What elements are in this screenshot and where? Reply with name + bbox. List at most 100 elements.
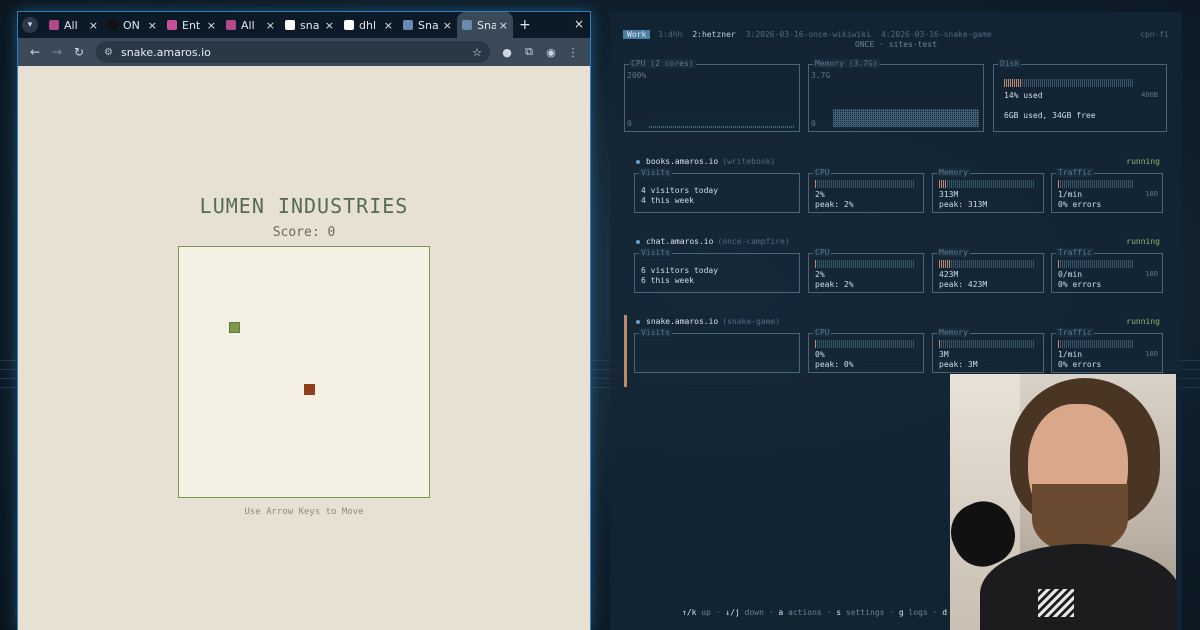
browser-tab-8[interactable]: Sna × bbox=[457, 12, 513, 38]
browser-tab-7[interactable]: Sna × bbox=[398, 12, 457, 38]
app-memory-bar bbox=[939, 260, 1035, 268]
new-tab-button[interactable]: + bbox=[519, 17, 531, 33]
app-traffic-panel: Traffic 100 1/min 0% errors bbox=[1051, 328, 1163, 373]
key-label: actions bbox=[788, 608, 822, 617]
cpu-axis-max: 200% bbox=[627, 71, 647, 80]
workspace-tag[interactable]: Work bbox=[623, 29, 651, 39]
app-cpu-bar-fill bbox=[815, 340, 817, 348]
app-traffic-label: Traffic bbox=[1056, 168, 1094, 177]
app-memory-panel: Memory 313M peak: 313M bbox=[932, 168, 1044, 213]
memory-axis-min: 0 bbox=[811, 119, 816, 128]
visits-panel: Visits 4 visitors today 4 this week bbox=[634, 168, 800, 213]
app-header: books.amaros.io (writebook) bbox=[636, 157, 775, 166]
app-cpu-bar-fill bbox=[815, 180, 817, 188]
app-traffic-panel: Traffic 100 0/min 0% errors bbox=[1051, 248, 1163, 293]
app-memory-value: 423M bbox=[939, 270, 959, 279]
visits-label: Visits bbox=[639, 168, 672, 177]
app-traffic-value: 1/min bbox=[1058, 190, 1083, 199]
app-name: chat.amaros.io bbox=[646, 237, 714, 246]
app-error-rate: 0% errors bbox=[1058, 360, 1102, 369]
tab-close-icon[interactable]: × bbox=[325, 19, 334, 32]
app-memory-value: 313M bbox=[939, 190, 959, 199]
app-status: running bbox=[1126, 157, 1160, 166]
app-traffic-bar bbox=[1058, 260, 1134, 268]
browser-tab-4[interactable]: All × bbox=[221, 12, 280, 38]
site-info-icon[interactable]: ⚙ bbox=[104, 47, 113, 58]
tab-search-button[interactable]: ▾ bbox=[22, 17, 38, 33]
app-traffic-panel: Traffic 100 1/min 0% errors bbox=[1051, 168, 1163, 213]
app-cpu-value: 0% bbox=[815, 350, 825, 359]
tab-close-icon[interactable]: × bbox=[89, 19, 98, 32]
key: ↓/j bbox=[725, 608, 740, 617]
visits-panel: Visits 6 visitors today 6 this week bbox=[634, 248, 800, 293]
tab-close-icon[interactable]: × bbox=[148, 19, 157, 32]
bookmark-star-icon[interactable]: ☆ bbox=[472, 46, 482, 59]
memory-panel: Memory (3.7G) 3.7G 0 bbox=[808, 59, 984, 132]
key-label: logs bbox=[908, 608, 928, 617]
tab-favicon-icon bbox=[285, 20, 295, 30]
browser-tab-1[interactable]: All × bbox=[44, 12, 103, 38]
app-traffic-max: 100 bbox=[1145, 350, 1158, 358]
snake-game-page: LUMEN INDUSTRIES Score: 0 Use Arrow Keys… bbox=[18, 66, 590, 630]
reload-icon[interactable]: ↻ bbox=[68, 45, 90, 59]
address-bar[interactable]: ⚙ snake.amaros.io ☆ bbox=[96, 41, 490, 63]
app-memory-value: 3M bbox=[939, 350, 949, 359]
key: a bbox=[778, 608, 784, 617]
app-traffic-label: Traffic bbox=[1056, 328, 1094, 337]
back-icon[interactable]: ← bbox=[24, 45, 46, 59]
dashboard-title: ONCE · sites-test bbox=[855, 40, 937, 49]
tab-close-icon[interactable]: × bbox=[207, 19, 216, 32]
app-memory-bar-fill bbox=[939, 260, 950, 268]
menu-icon[interactable]: ⋮ bbox=[562, 46, 584, 59]
window-tab-3[interactable]: 3:2026-03-16-once-wikiwiki bbox=[746, 30, 871, 39]
game-board[interactable] bbox=[178, 246, 430, 498]
app-cpu-bar bbox=[815, 180, 915, 188]
app-memory-bar-fill bbox=[939, 180, 947, 188]
forward-icon[interactable]: → bbox=[46, 45, 68, 59]
app-cpu-panel: CPU 2% peak: 2% bbox=[808, 248, 924, 293]
visits-label: Visits bbox=[639, 248, 672, 257]
disk-panel: Disk 14% used 400B 6GB used, 34GB free bbox=[993, 59, 1167, 132]
key: d bbox=[942, 608, 948, 617]
app-error-rate: 0% errors bbox=[1058, 200, 1102, 209]
app-status: running bbox=[1126, 317, 1160, 326]
browser-tab-2[interactable]: ON × bbox=[103, 12, 162, 38]
memory-panel-label: Memory (3.7G) bbox=[813, 59, 880, 68]
browser-tab-6[interactable]: dhl × bbox=[339, 12, 398, 38]
extensions-icon[interactable]: ⧉ bbox=[518, 45, 540, 59]
app-traffic-bar-fill bbox=[1058, 180, 1060, 188]
window-tab-1[interactable]: 1:dhh bbox=[658, 30, 682, 39]
keybinding-2: · a actions bbox=[763, 608, 822, 617]
host-name: cpn-fi bbox=[1140, 29, 1169, 39]
snake-head bbox=[229, 322, 240, 333]
memory-axis-max: 3.7G bbox=[811, 71, 831, 80]
cpu-panel-label: CPU (2 cores) bbox=[629, 59, 696, 68]
score-display: Score: 0 bbox=[272, 225, 336, 240]
browser-tab-5[interactable]: sna × bbox=[280, 12, 339, 38]
app-tag: (writebook) bbox=[722, 157, 776, 166]
app-memory-panel: Memory 3M peak: 3M bbox=[932, 328, 1044, 373]
app-cpu-value: 2% bbox=[815, 190, 825, 199]
tab-title: sna bbox=[300, 18, 320, 32]
window-close-icon[interactable]: × bbox=[574, 17, 584, 31]
app-traffic-max: 100 bbox=[1145, 270, 1158, 278]
app-name: snake.amaros.io bbox=[646, 317, 719, 326]
app-cpu-bar-fill bbox=[815, 260, 817, 268]
app-traffic-bar bbox=[1058, 180, 1134, 188]
tab-title: Ent bbox=[182, 18, 201, 32]
profile-icon[interactable]: ◉ bbox=[540, 46, 562, 59]
window-tab-4[interactable]: 4:2026-03-16-snake-game bbox=[881, 30, 992, 39]
password-extension-icon[interactable]: ● bbox=[496, 46, 518, 59]
tab-close-icon[interactable]: × bbox=[499, 19, 508, 32]
app-cpu-label: CPU bbox=[813, 248, 832, 257]
tab-close-icon[interactable]: × bbox=[443, 19, 452, 32]
app-memory-peak: peak: 423M bbox=[939, 280, 988, 289]
status-dot-icon bbox=[636, 159, 640, 164]
tab-close-icon[interactable]: × bbox=[384, 19, 393, 32]
tab-close-icon[interactable]: × bbox=[266, 19, 275, 32]
tab-favicon-icon bbox=[226, 20, 236, 30]
window-tab-2[interactable]: 2:hetzner bbox=[692, 30, 735, 39]
browser-tab-3[interactable]: Ent × bbox=[162, 12, 221, 38]
key-label: down bbox=[744, 608, 764, 617]
cpu-axis-min: 0 bbox=[627, 119, 632, 128]
